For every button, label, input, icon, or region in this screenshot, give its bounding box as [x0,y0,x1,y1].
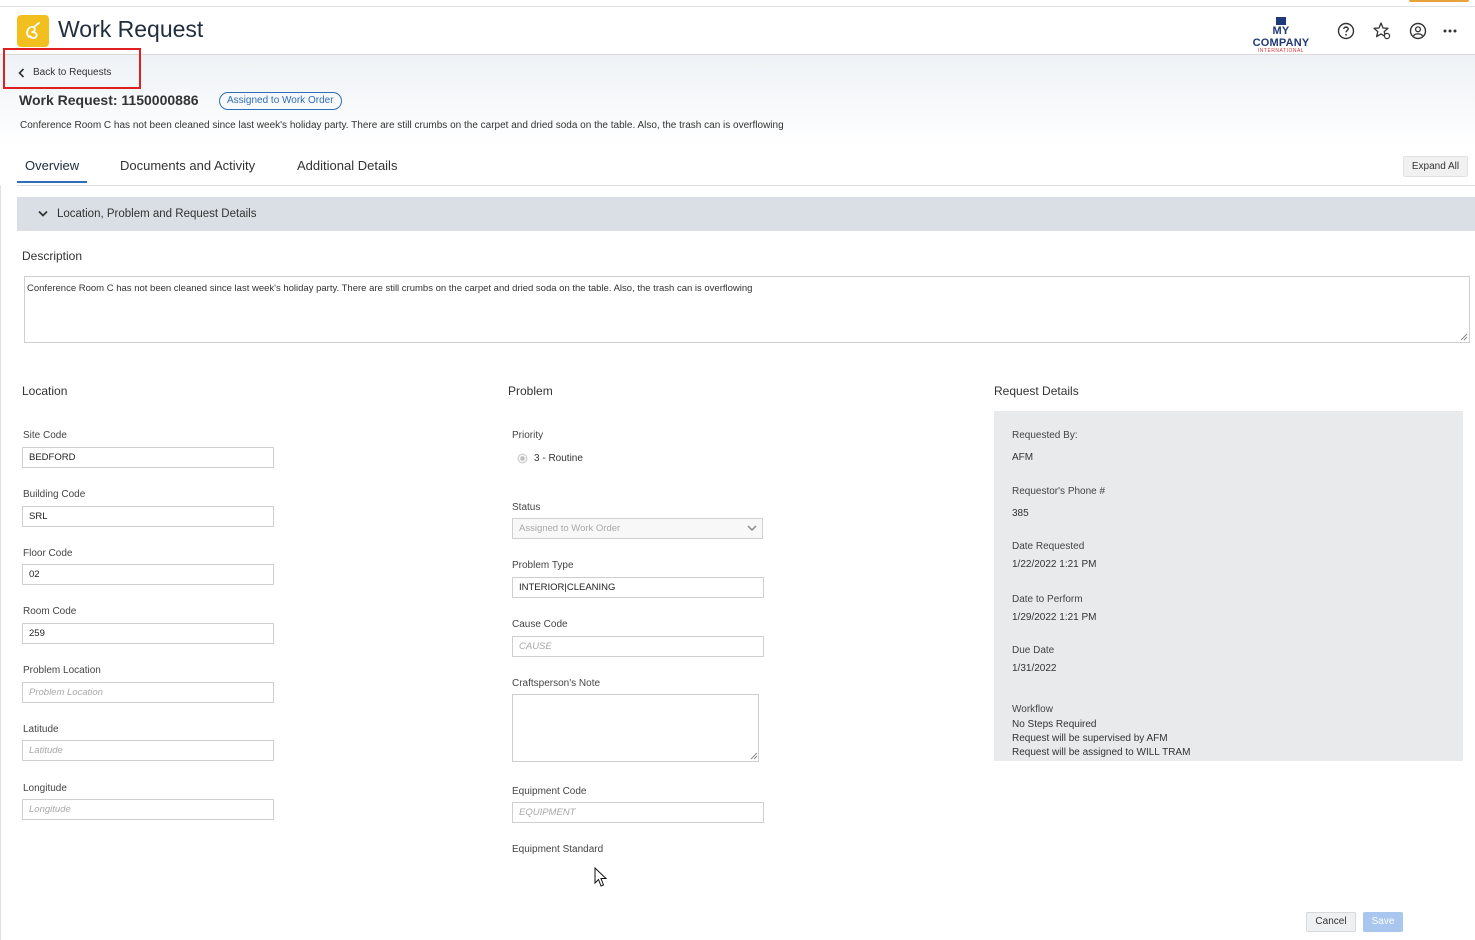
latitude-label: Latitude [23,724,59,735]
equipment-standard-label: Equipment Standard [512,844,604,855]
priority-value: 3 - Routine [534,453,583,464]
help-icon[interactable] [1336,21,1356,41]
due-date-value: 1/31/2022 [1012,663,1057,674]
problem-type-input[interactable]: INTERIOR|CLEANING [512,577,764,598]
workflow-line: Request will be supervised by AFM [1012,733,1168,744]
date-to-perform-label: Date to Perform [1012,594,1083,605]
request-details-panel [994,411,1463,761]
phone-value: 385 [1012,508,1029,519]
back-to-requests-link[interactable]: Back to Requests [18,67,111,78]
tab-additional-details[interactable]: Additional Details [297,158,397,173]
more-icon[interactable] [1440,21,1460,41]
company-logo: MY COMPANY INTERNATIONAL [1243,17,1319,54]
status-badge: Assigned to Work Order [219,92,342,110]
top-strip [0,0,1475,7]
chevron-down-icon [747,525,757,532]
profile-icon[interactable] [1408,21,1428,41]
problem-location-label: Problem Location [23,665,101,676]
requested-by-label: Requested By: [1012,430,1078,441]
requested-by-value: AFM [1012,452,1034,463]
company-name: MY COMPANY [1252,25,1310,49]
resize-handle-icon[interactable] [748,750,758,760]
app-title: Work Request [58,16,204,42]
priority-label: Priority [512,430,544,441]
building-code-label: Building Code [23,489,86,500]
longitude-label: Longitude [23,783,67,794]
cancel-button[interactable]: Cancel [1306,912,1356,932]
location-heading: Location [22,384,68,398]
date-to-perform-value: 1/29/2022 1:21 PM [1012,612,1097,623]
request-details-heading: Request Details [994,384,1079,398]
save-button[interactable]: Save [1363,912,1403,932]
workflow-line: No Steps Required [1012,719,1097,730]
problem-location-input[interactable]: Problem Location [22,682,274,703]
cause-code-input[interactable]: CAUSE [512,636,764,657]
app-logo-icon[interactable] [17,15,49,47]
app-header: Work Request MY COMPANY INTERNATIONAL [0,7,1475,55]
date-requested-value: 1/22/2022 1:21 PM [1012,559,1097,570]
date-requested-label: Date Requested [1012,541,1085,552]
status-select[interactable]: Assigned to Work Order [512,518,763,539]
tab-documents-and-activity[interactable]: Documents and Activity [120,158,255,173]
back-link-label: Back to Requests [33,67,112,78]
building-icon [1276,17,1286,25]
due-date-label: Due Date [1012,645,1055,656]
equipment-code-label: Equipment Code [512,786,587,797]
page-title: Work Request: 1150000886 [19,92,199,108]
priority-radio[interactable] [517,453,528,464]
building-code-input[interactable]: SRL [22,506,274,527]
phone-label: Requestor's Phone # [1012,486,1106,497]
notification-strip [1409,0,1469,2]
chevron-down-icon[interactable] [37,209,49,219]
status-label: Status [512,502,541,513]
longitude-input[interactable]: Longitude [22,799,274,820]
floor-code-input[interactable]: 02 [22,564,274,585]
active-tab-indicator [17,181,87,183]
site-code-label: Site Code [23,430,67,441]
tabs-divider [17,185,1475,186]
craftsperson-note-label: Craftsperson's Note [512,678,601,689]
section-title: Location, Problem and Request Details [57,208,257,220]
problem-type-label: Problem Type [512,560,574,571]
workflow-line: Request will be assigned to WILL TRAM [1012,747,1191,758]
craftsperson-note-textarea[interactable] [512,694,759,762]
latitude-input[interactable]: Latitude [22,740,274,761]
description-textarea[interactable]: Conference Room C has not been cleaned s… [24,276,1470,343]
tab-overview[interactable]: Overview [25,158,79,173]
resize-handle-icon[interactable] [1458,331,1468,341]
expand-all-button[interactable]: Expand All [1403,156,1468,177]
site-code-input[interactable]: BEDFORD [22,447,274,468]
favorites-icon[interactable] [1372,21,1392,41]
mouse-cursor-icon [594,867,608,887]
cause-code-label: Cause Code [512,619,568,630]
workflow-label: Workflow [1012,704,1053,715]
chevron-left-icon [18,67,25,78]
equipment-code-input[interactable]: EQUIPMENT [512,802,764,823]
description-label: Description [22,249,83,263]
floor-code-label: Floor Code [23,548,73,559]
room-code-label: Room Code [23,606,77,617]
request-summary: Conference Room C has not been cleaned s… [20,120,784,131]
room-code-input[interactable]: 259 [22,623,274,644]
problem-heading: Problem [508,384,553,398]
